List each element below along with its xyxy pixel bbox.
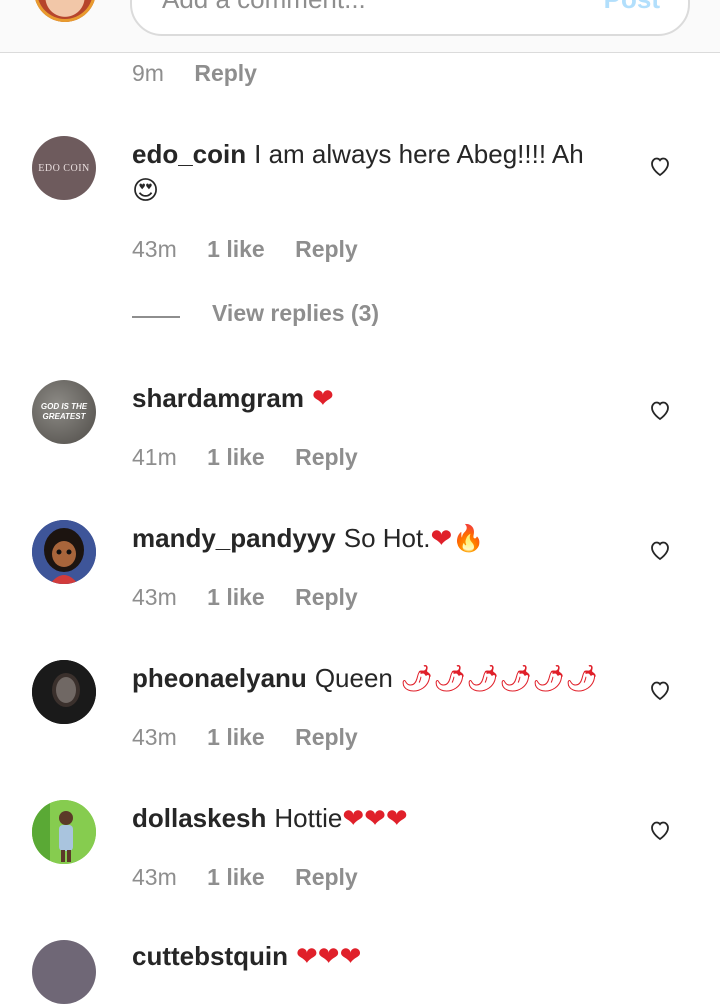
- comment-username[interactable]: edo_coin: [132, 139, 246, 169]
- heart-eyes-emoji: 😍: [132, 176, 160, 206]
- comment-meta: 43m 1 like Reply: [132, 236, 358, 263]
- like-heart-icon[interactable]: [648, 398, 672, 422]
- comment-likes[interactable]: 1 like: [207, 724, 265, 751]
- comment-likes[interactable]: 1 like: [207, 444, 265, 471]
- avatar[interactable]: GOD IS THE GREATEST: [32, 380, 96, 444]
- avatar[interactable]: [32, 940, 96, 1004]
- comment-body: Hottie: [274, 803, 343, 833]
- comment-meta: 41m 1 like Reply: [132, 444, 358, 471]
- red-heart-emoji: ❤❤❤: [296, 942, 362, 972]
- cartoon-girl-picture: [32, 520, 96, 584]
- comment-meta: 9m Reply: [132, 60, 257, 87]
- red-heart-emoji: ❤❤❤: [342, 804, 408, 834]
- comment-body: Queen: [314, 663, 393, 693]
- comment-username[interactable]: dollaskesh: [132, 803, 266, 833]
- comment-input-placeholder: Add a comment...: [162, 0, 366, 15]
- comment-username[interactable]: mandy_pandyyy: [132, 523, 336, 553]
- reply-button[interactable]: Reply: [295, 724, 358, 751]
- profile-photo: [32, 800, 96, 864]
- avatar[interactable]: EDO COIN: [32, 136, 96, 200]
- like-heart-icon[interactable]: [648, 678, 672, 702]
- comment-meta: 43m 1 like Reply: [132, 864, 358, 891]
- comment-username[interactable]: cuttebstquin: [132, 941, 288, 971]
- red-heart-emoji: ❤: [430, 524, 453, 554]
- like-heart-icon[interactable]: [648, 818, 672, 842]
- avatar[interactable]: [32, 660, 96, 724]
- current-user-avatar: [34, 0, 96, 22]
- post-button[interactable]: Post: [604, 0, 660, 15]
- reply-button[interactable]: Reply: [295, 444, 358, 471]
- comment-time: 43m: [132, 864, 177, 890]
- comment-time: 9m: [132, 60, 164, 86]
- comment-input[interactable]: Add a comment... Post: [130, 0, 690, 36]
- like-heart-icon[interactable]: [648, 154, 672, 178]
- comment-text: dollaskesh Hottie❤❤❤: [132, 800, 612, 837]
- reply-button[interactable]: Reply: [295, 864, 358, 891]
- avatar-logo-text: GOD IS THE GREATEST: [40, 402, 88, 421]
- reply-button[interactable]: Reply: [295, 236, 358, 263]
- comment-body: I am always here Abeg!!!! Ah: [254, 139, 584, 169]
- comment-time: 43m: [132, 724, 177, 750]
- comment-meta: 43m 1 like Reply: [132, 724, 358, 751]
- chili-pepper-emoji: 🌶🌶🌶🌶🌶🌶: [400, 664, 599, 694]
- avatar-logo-text: EDO COIN: [38, 162, 90, 174]
- comment-likes[interactable]: 1 like: [207, 236, 265, 263]
- profile-photo: [32, 660, 96, 724]
- comment-text: mandy_pandyyy So Hot.❤🔥: [132, 520, 612, 557]
- comment-time: 43m: [132, 236, 177, 262]
- comment-time: 43m: [132, 584, 177, 610]
- comment-likes[interactable]: 1 like: [207, 584, 265, 611]
- avatar[interactable]: [32, 800, 96, 864]
- comment-likes[interactable]: 1 like: [207, 864, 265, 891]
- fire-emoji: 🔥: [452, 524, 485, 554]
- avatar[interactable]: [32, 520, 96, 584]
- reply-button[interactable]: Reply: [295, 584, 358, 611]
- comment-text: shardamgram ❤: [132, 380, 612, 417]
- comment-composer: Add a comment... Post: [0, 0, 720, 53]
- comment-time: 41m: [132, 444, 177, 470]
- reply-button[interactable]: Reply: [194, 60, 257, 87]
- comment-username[interactable]: pheonaelyanu: [132, 663, 307, 693]
- like-heart-icon[interactable]: [648, 538, 672, 562]
- red-heart-emoji: ❤: [311, 384, 334, 414]
- comment-username[interactable]: shardamgram: [132, 383, 304, 413]
- comment-text: pheonaelyanu Queen 🌶🌶🌶🌶🌶🌶: [132, 660, 612, 697]
- comment-text: edo_coin I am always here Abeg!!!! Ah 😍: [132, 136, 612, 209]
- comment-meta: 43m 1 like Reply: [132, 584, 358, 611]
- view-replies-divider: [132, 316, 180, 318]
- view-replies-label: View replies (3): [212, 300, 380, 326]
- comment-text: cuttebstquin ❤❤❤: [132, 938, 612, 975]
- comment-body: So Hot.: [343, 523, 431, 553]
